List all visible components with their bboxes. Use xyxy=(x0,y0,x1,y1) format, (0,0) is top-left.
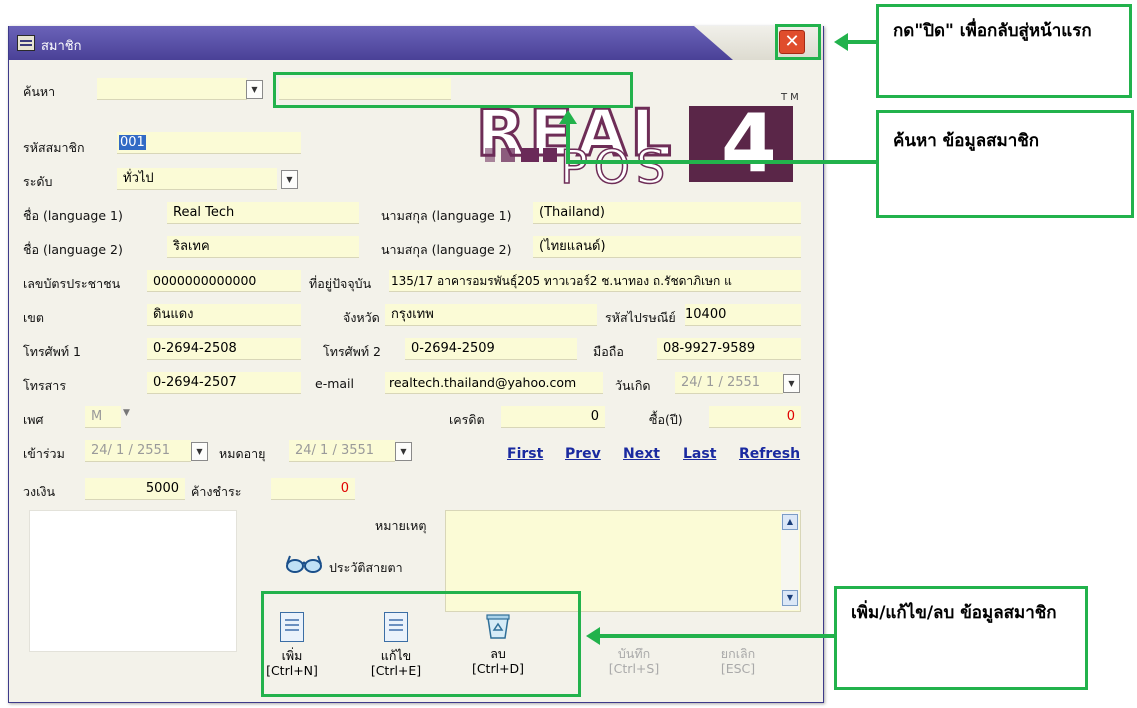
chevron-down-icon[interactable]: ▼ xyxy=(281,170,298,189)
surname2-label: นามสกุล (language 2) xyxy=(381,242,512,257)
outstanding-field[interactable]: 0 xyxy=(271,478,355,500)
credit-label: เครดิต xyxy=(449,412,485,427)
crud-arrow-head xyxy=(586,627,600,645)
member-code-value: 001 xyxy=(119,135,146,150)
search-arrow-vertical xyxy=(566,124,570,164)
sex-label: เพศ xyxy=(23,412,44,427)
nav-prev-link[interactable]: Prev xyxy=(565,446,601,462)
app-icon xyxy=(17,35,35,51)
crud-arrow-line xyxy=(600,634,834,638)
join-label: เข้าร่วม xyxy=(23,446,65,461)
surname1-label: นามสกุล (language 1) xyxy=(381,208,512,223)
search-label: ค้นหา xyxy=(23,84,56,99)
nav-last-link[interactable]: Last xyxy=(683,446,716,462)
province-field[interactable]: กรุงเทพ xyxy=(385,304,597,326)
email-label: e-mail xyxy=(315,376,354,391)
sex-select[interactable]: M xyxy=(85,406,121,428)
search-combo[interactable] xyxy=(97,78,247,100)
search-callout: ค้นหา ข้อมูลสมาชิก xyxy=(876,110,1134,218)
join-date-field[interactable]: 24/ 1 / 2551 xyxy=(85,440,191,462)
nav-next-link[interactable]: Next xyxy=(623,446,660,462)
close-callout: กด"ปิด" เพื่อกลับสู่หน้าแรก xyxy=(876,4,1132,98)
chevron-down-icon[interactable]: ▼ xyxy=(783,374,800,393)
expire-date-field[interactable]: 24/ 1 / 3551 xyxy=(289,440,395,462)
close-highlight xyxy=(775,24,821,60)
birthday-label: วันเกิด xyxy=(615,378,651,393)
logo-square xyxy=(543,148,557,162)
save-button-shortcut: [Ctrl+S] xyxy=(608,661,660,676)
logo-pos-text: POS xyxy=(559,140,672,194)
search-arrow-head xyxy=(559,110,577,124)
nav-first-link[interactable]: First xyxy=(507,446,543,462)
limit-label: วงเงิน xyxy=(23,484,56,499)
phone2-field[interactable]: 0-2694-2509 xyxy=(405,338,577,360)
search-arrow-horizontal xyxy=(566,160,878,164)
logo-tm: TM xyxy=(781,92,802,103)
level-select[interactable]: ทั่วไป xyxy=(117,168,277,190)
id-card-label: เลขบัตรประชาชน xyxy=(23,276,121,291)
mobile-field[interactable]: 08-9927-9589 xyxy=(657,338,801,360)
chevron-down-icon[interactable]: ▼ xyxy=(246,80,263,99)
glasses-icon[interactable] xyxy=(285,554,323,574)
district-field[interactable]: ดินแดง xyxy=(147,304,301,326)
postcode-field[interactable]: 10400 xyxy=(685,304,801,326)
logo-square xyxy=(485,148,495,162)
fax-field[interactable]: 0-2694-2507 xyxy=(147,372,301,394)
district-label: เขต xyxy=(23,310,44,325)
window-title: สมาชิก xyxy=(41,39,82,54)
address-label: ที่อยู่ปัจจุบัน xyxy=(309,276,372,291)
name2-field[interactable]: ริลเทค xyxy=(167,236,359,258)
member-code-label: รหัสสมาชิก xyxy=(23,140,85,155)
buy-label: ซื้อ(ปี) xyxy=(649,412,683,427)
crud-highlight xyxy=(261,591,581,697)
mobile-label: มือถือ xyxy=(593,344,624,359)
cancel-button-label: ยกเลิก xyxy=(720,646,756,661)
chevron-down-icon[interactable]: ▼ xyxy=(123,408,130,418)
level-label: ระดับ xyxy=(23,174,53,189)
buy-field[interactable]: 0 xyxy=(709,406,801,428)
chevron-down-icon[interactable]: ▼ xyxy=(395,442,412,461)
note-label: หมายเหตุ xyxy=(375,518,427,533)
member-photo[interactable] xyxy=(29,510,237,652)
save-button-label: บันทึก xyxy=(617,646,651,661)
cancel-button-shortcut: [ESC] xyxy=(720,661,756,676)
email-field[interactable]: realtech.thailand@yahoo.com xyxy=(385,372,603,394)
close-arrow-head xyxy=(834,33,848,51)
logo-4-text: 4 xyxy=(721,97,777,190)
phone1-label: โทรศัพท์ 1 xyxy=(23,344,82,359)
surname2-field[interactable]: (ไทยแลนด์) xyxy=(533,236,801,258)
member-code-field[interactable]: 001 xyxy=(117,132,301,154)
title-bar: สมาชิก ✕ xyxy=(9,26,823,60)
fax-label: โทรสาร xyxy=(23,378,67,393)
eye-history-label[interactable]: ประวัติสายตา xyxy=(329,558,403,578)
outstanding-label: ค้างชำระ xyxy=(191,484,242,499)
phone2-label: โทรศัพท์ 2 xyxy=(323,344,382,359)
crud-callout: เพิ่ม/แก้ไข/ลบ ข้อมูลสมาชิก xyxy=(834,586,1088,690)
postcode-label: รหัสไปรษณีย์ xyxy=(605,310,676,325)
search-highlight xyxy=(273,72,633,108)
scroll-up-icon[interactable]: ▲ xyxy=(782,514,798,530)
credit-field[interactable]: 0 xyxy=(501,406,605,428)
surname1-field[interactable]: (Thailand) xyxy=(533,202,801,224)
province-label: จังหวัด xyxy=(343,310,380,325)
expire-label: หมดอายุ xyxy=(219,446,266,461)
birthday-field[interactable]: 24/ 1 / 2551 xyxy=(675,372,783,394)
address-field[interactable]: 135/17 อาคารอมรพันธุ์205 ทาวเวอร์2 ช.นาท… xyxy=(389,270,801,292)
name2-label: ชื่อ (language 2) xyxy=(23,242,123,257)
id-card-field[interactable]: 0000000000000 xyxy=(147,270,301,292)
cancel-button[interactable]: ยกเลิก [ESC] xyxy=(703,646,773,676)
name1-field[interactable]: Real Tech xyxy=(167,202,359,224)
close-arrow-line xyxy=(848,40,878,44)
logo-square xyxy=(501,148,515,162)
phone1-field[interactable]: 0-2694-2508 xyxy=(147,338,301,360)
logo-square xyxy=(521,148,539,162)
save-button[interactable]: บันทึก [Ctrl+S] xyxy=(599,646,669,676)
scroll-down-icon[interactable]: ▼ xyxy=(782,590,798,606)
note-scrollbar[interactable]: ▲ ▼ xyxy=(781,512,799,610)
limit-field[interactable]: 5000 xyxy=(85,478,185,500)
chevron-down-icon[interactable]: ▼ xyxy=(191,442,208,461)
nav-refresh-link[interactable]: Refresh xyxy=(739,446,800,462)
name1-label: ชื่อ (language 1) xyxy=(23,208,123,223)
